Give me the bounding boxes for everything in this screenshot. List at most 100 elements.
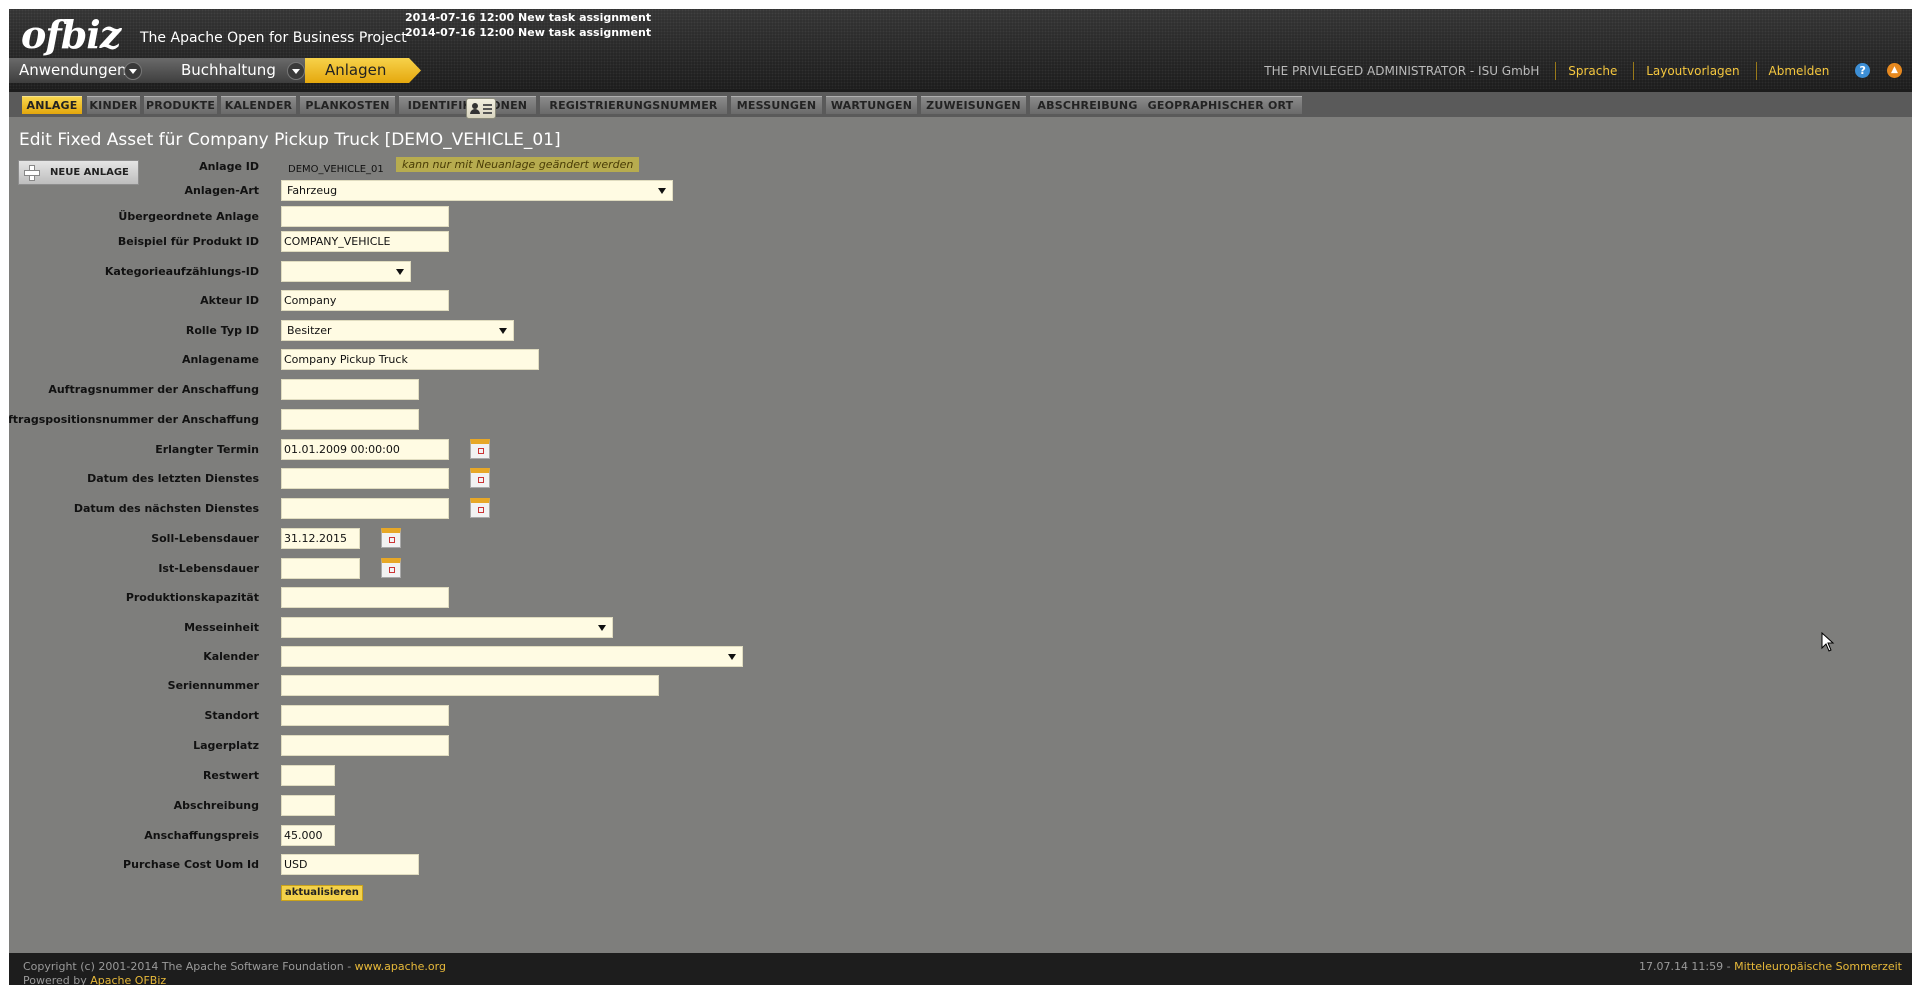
uom-select[interactable] [281, 617, 613, 638]
alert-message[interactable]: 2014-07-16 12:00 New task assignment [405, 25, 651, 40]
datetime-line: 17.07.14 11:59 - Mitteleuropäische Somme… [1639, 960, 1902, 973]
sub-navigation: ANLAGE KINDER PRODUKTE KALENDER PLANKOST… [9, 89, 1912, 117]
copyright-line: Copyright (c) 2001-2014 The Apache Softw… [23, 960, 446, 973]
label-kategorie-id: Kategorieaufzählungs-ID [104, 265, 259, 278]
calendar-icon[interactable] [470, 439, 490, 459]
label-messeinheit: Messeinheit [184, 621, 259, 634]
app-tab-label: Anwendungen [19, 61, 127, 79]
language-link[interactable]: Sprache [1555, 61, 1629, 80]
user-bar: THE PRIVILEGED ADMINISTRATOR - ISU GmbH … [1264, 61, 1902, 80]
calendar-icon[interactable] [470, 468, 490, 488]
update-button[interactable]: aktualisieren [281, 885, 363, 901]
tab-abschreibung[interactable]: ABSCHREIBUNG [1030, 96, 1145, 114]
party-id-input[interactable]: Company [281, 290, 449, 311]
storage-location-input[interactable] [281, 735, 449, 756]
actual-end-of-life-input[interactable] [281, 558, 360, 579]
arrow-up-icon[interactable]: ▲ [1887, 63, 1902, 78]
powered-by-line: Powered by Apache OFBiz [23, 974, 166, 985]
tab-registrierungsnummer[interactable]: REGISTRIERUNGSNUMMER [540, 96, 727, 114]
label-lagerplatz: Lagerplatz [193, 739, 259, 752]
label-abschreibung: Abschreibung [173, 799, 259, 812]
role-type-select[interactable]: Besitzer [281, 320, 514, 341]
anlage-id-value: DEMO_VEHICLE_01 [288, 164, 384, 175]
parent-asset-input[interactable] [281, 206, 449, 227]
location-input[interactable] [281, 705, 449, 726]
chevron-down-icon[interactable] [124, 62, 142, 80]
logout-link[interactable]: Abmelden [1755, 61, 1842, 80]
header: ofbiz The Apache Open for Business Proje… [9, 9, 1912, 89]
calendar-icon[interactable] [381, 558, 401, 578]
tab-zuweisungen[interactable]: ZUWEISUNGEN [921, 96, 1026, 114]
app-tab-label: Anlagen [325, 61, 387, 79]
label-restwert: Restwert [202, 769, 259, 782]
asset-name-input[interactable]: Company Pickup Truck [281, 349, 539, 370]
app-tab-label: Buchhaltung [181, 61, 276, 79]
label-auftragsposition: Auftragspositionsnummer der Anschaffung [9, 413, 259, 426]
copyright-text: Copyright (c) 2001-2014 The Apache Softw… [23, 960, 355, 973]
acquire-order-item-input[interactable] [281, 409, 419, 430]
label-auftragsnummer: Auftragsnummer der Anschaffung [48, 383, 259, 396]
category-select[interactable] [281, 261, 411, 282]
date-next-service-input[interactable] [281, 498, 449, 519]
user-name: THE PRIVILEGED ADMINISTRATOR - ISU GmbH [1264, 63, 1540, 78]
timezone-link[interactable]: Mitteleuropäische Sommerzeit [1734, 960, 1902, 973]
label-akteur-id: Akteur ID [200, 294, 259, 307]
tab-plankosten[interactable]: PLANKOSTEN [300, 96, 395, 114]
app-tab-anlagen[interactable]: Anlagen [305, 58, 421, 83]
main-content: Edit Fixed Asset für Company Pickup Truc… [9, 98, 1912, 953]
calendar-icon[interactable] [470, 498, 490, 518]
tab-kalender[interactable]: KALENDER [221, 96, 296, 114]
tab-messungen[interactable]: MESSUNGEN [731, 96, 822, 114]
alert-list: 2014-07-16 12:00 New task assignment 201… [405, 10, 651, 40]
mouse-cursor-icon [1821, 632, 1835, 652]
label-ist-lebensdauer: Ist-Lebensdauer [158, 562, 259, 575]
ofbiz-link[interactable]: Apache OFBiz [90, 974, 166, 985]
purchase-cost-input[interactable]: 45.000 [281, 825, 335, 846]
label-erlangter-termin: Erlangter Termin [155, 443, 259, 456]
date-acquired-input[interactable]: 01.01.2009 00:00:00 [281, 439, 449, 460]
datetime-text: 17.07.14 11:59 - [1638, 960, 1735, 973]
calendar-select[interactable] [281, 646, 743, 667]
tab-geographischer-ort[interactable]: GEOPRAPHISCHER ORT [1139, 96, 1302, 114]
label-rolle-typ-id: Rolle Typ ID [185, 324, 259, 337]
salvage-value-input[interactable] [281, 765, 335, 786]
app-window: ofbiz The Apache Open for Business Proje… [9, 9, 1912, 985]
tab-wartungen[interactable]: WARTUNGEN [826, 96, 917, 114]
new-asset-button[interactable]: NEUE ANLAGE [18, 160, 139, 185]
date-last-serviced-input[interactable] [281, 468, 449, 489]
expected-end-of-life-input[interactable]: 31.12.2015 [281, 528, 360, 549]
instance-product-input[interactable]: COMPANY_VEHICLE [281, 231, 449, 252]
app-tab-anwendungen[interactable]: Anwendungen [9, 58, 169, 83]
anlagen-art-select[interactable]: Fahrzeug [281, 180, 673, 201]
label-kalender: Kalender [203, 650, 259, 663]
new-asset-button-label: NEUE ANLAGE [50, 167, 129, 178]
serial-number-input[interactable] [281, 675, 659, 696]
label-anschaffungspreis: Anschaffungspreis [144, 829, 259, 842]
tab-kinder[interactable]: KINDER [87, 96, 140, 114]
label-anlagen-art: Anlagen-Art [184, 184, 259, 197]
label-soll-lebensdauer: Soll-Lebensdauer [151, 532, 259, 545]
purchase-cost-uom-input[interactable]: USD [281, 854, 419, 875]
lookup-person-icon[interactable] [466, 98, 496, 119]
label-seriennummer: Seriennummer [167, 679, 259, 692]
label-letzter-dienst: Datum des letzten Dienstes [87, 472, 259, 485]
ofbiz-logo[interactable]: ofbiz [21, 13, 121, 55]
layout-templates-link[interactable]: Layoutvorlagen [1633, 61, 1751, 80]
label-produktionskapazitaet: Produktionskapazität [125, 591, 259, 604]
alert-message[interactable]: 2014-07-16 12:00 New task assignment [405, 10, 651, 25]
footer: Copyright (c) 2001-2014 The Apache Softw… [9, 953, 1912, 985]
tab-produkte[interactable]: PRODUKTE [144, 96, 217, 114]
tab-anlage[interactable]: ANLAGE [22, 96, 82, 114]
chevron-down-icon[interactable] [287, 62, 305, 80]
calendar-icon[interactable] [381, 528, 401, 548]
tagline: The Apache Open for Business Project [140, 30, 407, 46]
depreciation-input[interactable] [281, 795, 335, 816]
powered-by-text: Powered by [23, 974, 91, 985]
production-capacity-input[interactable] [281, 587, 449, 608]
label-standort: Standort [204, 709, 259, 722]
apache-link[interactable]: www.apache.org [355, 960, 446, 973]
label-uebergeordnete-anlage: Übergeordnete Anlage [118, 210, 259, 223]
acquire-order-input[interactable] [281, 379, 419, 400]
label-beispiel-produkt-id: Beispiel für Produkt ID [117, 235, 259, 248]
help-icon[interactable]: ? [1855, 63, 1871, 78]
